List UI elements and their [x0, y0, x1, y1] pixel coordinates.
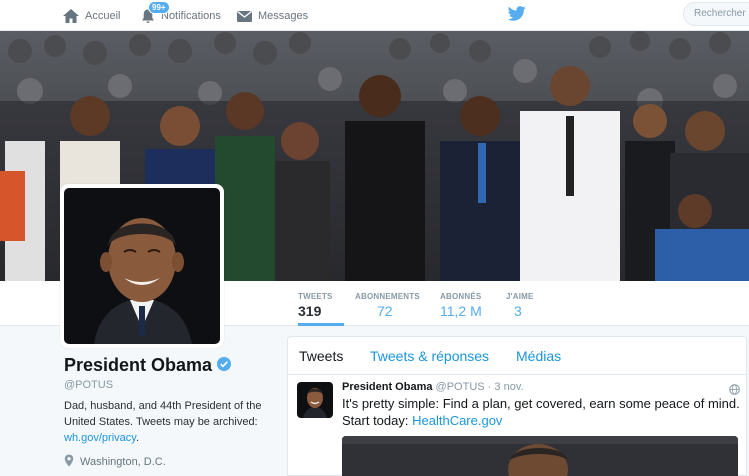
nav-notifications-label: Notifications	[161, 9, 221, 22]
home-icon	[62, 8, 80, 24]
tweet[interactable]: President Obama @POTUS · 3 nov. It's pre…	[342, 381, 740, 429]
tweet-text: It's pretty simple: Find a plan, get cov…	[342, 395, 740, 429]
tab-tweets-replies[interactable]: Tweets & réponses	[370, 348, 489, 364]
profile-avatar[interactable]	[60, 184, 224, 348]
notifications-count-badge: 99+	[148, 1, 170, 14]
stat-likes[interactable]: J'AIME 3	[506, 281, 536, 326]
tweet-text-body: It's pretty simple: Find a plan, get cov…	[342, 396, 740, 428]
nav-notifications[interactable]: 99+ Notifications	[140, 0, 221, 31]
profile-card: President Obama @POTUS Dad, husband, and…	[64, 355, 274, 470]
verified-badge-icon	[217, 355, 232, 376]
tweet-handle[interactable]: @POTUS	[436, 381, 485, 393]
stat-followers[interactable]: ABONNÉS 11,2 M	[440, 281, 490, 326]
profile-handle[interactable]: @POTUS	[64, 379, 274, 391]
profile-bio-text: Dad, husband, and 44th President of the …	[64, 400, 262, 428]
stat-following-label: ABONNEMENTS	[355, 292, 420, 301]
nav-home[interactable]: Accueil	[62, 0, 120, 31]
timeline-panel: Tweets Tweets & réponses Médias Presiden…	[287, 336, 747, 476]
profile-bio-link[interactable]: wh.gov/privacy	[64, 432, 136, 444]
stat-likes-value: 3	[514, 303, 522, 319]
stat-tweets-label: TWEETS	[298, 292, 333, 301]
stat-tweets[interactable]: TWEETS 319	[298, 281, 344, 326]
stat-tweets-value: 319	[298, 303, 322, 319]
globe-icon	[729, 382, 740, 400]
tweet-header: President Obama @POTUS · 3 nov.	[342, 381, 740, 393]
profile-name[interactable]: President Obama	[64, 355, 212, 376]
profile-name-row: President Obama	[64, 355, 274, 376]
search-input[interactable]: Rechercher sur Twitter	[683, 2, 749, 26]
tweet-link[interactable]: HealthCare.gov	[412, 413, 502, 428]
envelope-icon	[236, 9, 253, 23]
profile-location-text: Washington, D.C.	[80, 456, 166, 468]
profile-bio-end: .	[135, 432, 139, 444]
tweet-separator: ·	[487, 381, 492, 393]
tweet-media-image[interactable]	[342, 436, 738, 476]
tab-media[interactable]: Médias	[516, 348, 561, 364]
nav-messages[interactable]: Messages	[236, 0, 308, 31]
nav-messages-label: Messages	[258, 9, 309, 22]
stat-followers-label: ABONNÉS	[440, 292, 482, 301]
stat-following-value: 72	[377, 303, 393, 319]
nav-home-label: Accueil	[85, 9, 121, 22]
stat-following[interactable]: ABONNEMENTS 72	[355, 281, 425, 326]
twitter-bird-icon[interactable]	[507, 6, 526, 26]
location-pin-icon	[64, 454, 74, 470]
timeline-tabs: Tweets Tweets & réponses Médias	[288, 337, 746, 375]
tweet-avatar[interactable]	[297, 382, 333, 418]
stat-followers-value: 11,2 M	[440, 303, 482, 319]
tweet-author[interactable]: President Obama	[342, 381, 432, 393]
top-navigation-bar: Accueil 99+ Notifications Messages Reche…	[0, 0, 749, 31]
profile-bio: Dad, husband, and 44th President of the …	[64, 398, 274, 446]
profile-location: Washington, D.C.	[64, 454, 274, 470]
stat-likes-label: J'AIME	[506, 292, 534, 301]
tweet-date[interactable]: 3 nov.	[494, 381, 523, 393]
tab-tweets[interactable]: Tweets	[299, 348, 343, 364]
